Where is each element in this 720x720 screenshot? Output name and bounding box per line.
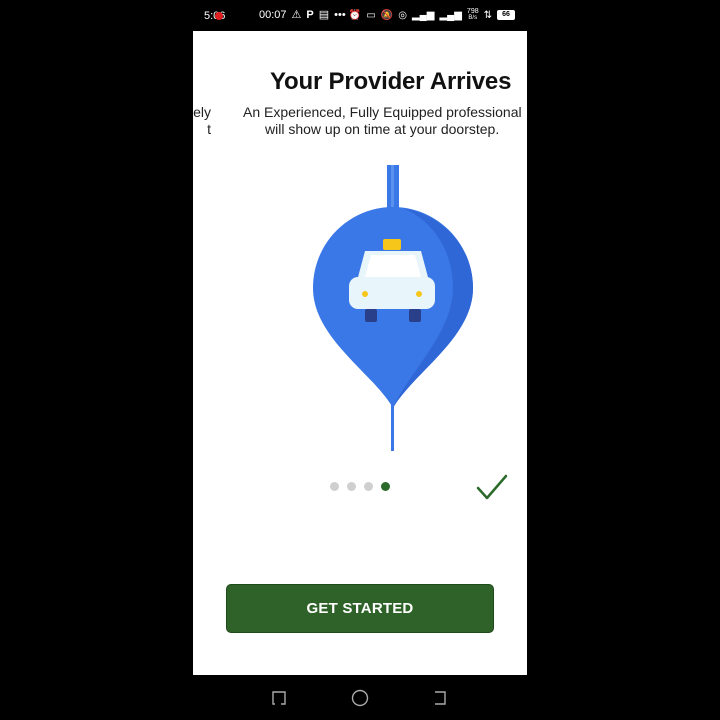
signal-2-icon: ▂▄▆ [439, 9, 462, 21]
slide-description-line2: will show up on time at your doorstep. [265, 121, 500, 137]
news-icon: ▤ [318, 9, 330, 21]
signal-icon: ▂▄▆ [411, 9, 435, 21]
back-icon[interactable] [431, 688, 451, 708]
previous-slide-text-line2: t [207, 121, 211, 137]
battery-icon: 66 [497, 10, 515, 20]
parking-icon: P [306, 8, 314, 21]
location-pin-taxi-icon [313, 165, 473, 451]
data-transfer-icon: ⇅ [483, 9, 492, 21]
recording-indicator-icon [215, 12, 223, 20]
page-dot-3[interactable] [364, 482, 373, 491]
slide-title: Your Provider Arrives [270, 68, 512, 95]
page-indicator [330, 482, 390, 491]
cast-icon: ▭ [366, 9, 376, 21]
system-navigation-bar [193, 680, 527, 716]
warning-icon: ⚠ [291, 9, 302, 21]
status-right-icons: ⏰ ▭ 🔕 ◎ ▂▄▆ ▂▄▆ 798 B/s ⇅ 66 [349, 8, 515, 22]
network-speed-value: 798 [466, 8, 479, 15]
recents-icon[interactable] [269, 688, 289, 708]
page-dot-2[interactable] [347, 482, 356, 491]
status-bar: 5:06 00:07 ⚠ P ▤ ••• ⏰ ▭ 🔕 ◎ ▂▄▆ ▂▄▆ 798… [193, 4, 527, 26]
hotspot-icon: ◎ [398, 9, 407, 21]
slide-description-line1: An Experienced, Fully Equipped professio… [243, 104, 522, 120]
onboarding-screen: ely t Your Provider Arrives An Experienc… [193, 31, 527, 675]
home-icon[interactable] [350, 688, 370, 708]
alarm-icon: ⏰ [348, 9, 362, 21]
network-speed-unit: B/s [468, 15, 478, 21]
network-speed: 798 B/s [467, 8, 479, 22]
previous-slide-fragment: ely t [193, 104, 211, 138]
recording-time: 00:07 [259, 8, 287, 21]
previous-slide-text-line1: ely [193, 104, 211, 120]
get-started-button[interactable]: GET STARTED [226, 584, 494, 633]
mute-icon: 🔕 [380, 9, 394, 21]
checkmark-icon[interactable] [475, 473, 509, 503]
page-dot-1[interactable] [330, 482, 339, 491]
status-left-icons: 00:07 ⚠ P ▤ ••• [259, 8, 346, 22]
more-notifications-icon: ••• [334, 8, 346, 21]
page-dot-4-active[interactable] [381, 482, 390, 491]
